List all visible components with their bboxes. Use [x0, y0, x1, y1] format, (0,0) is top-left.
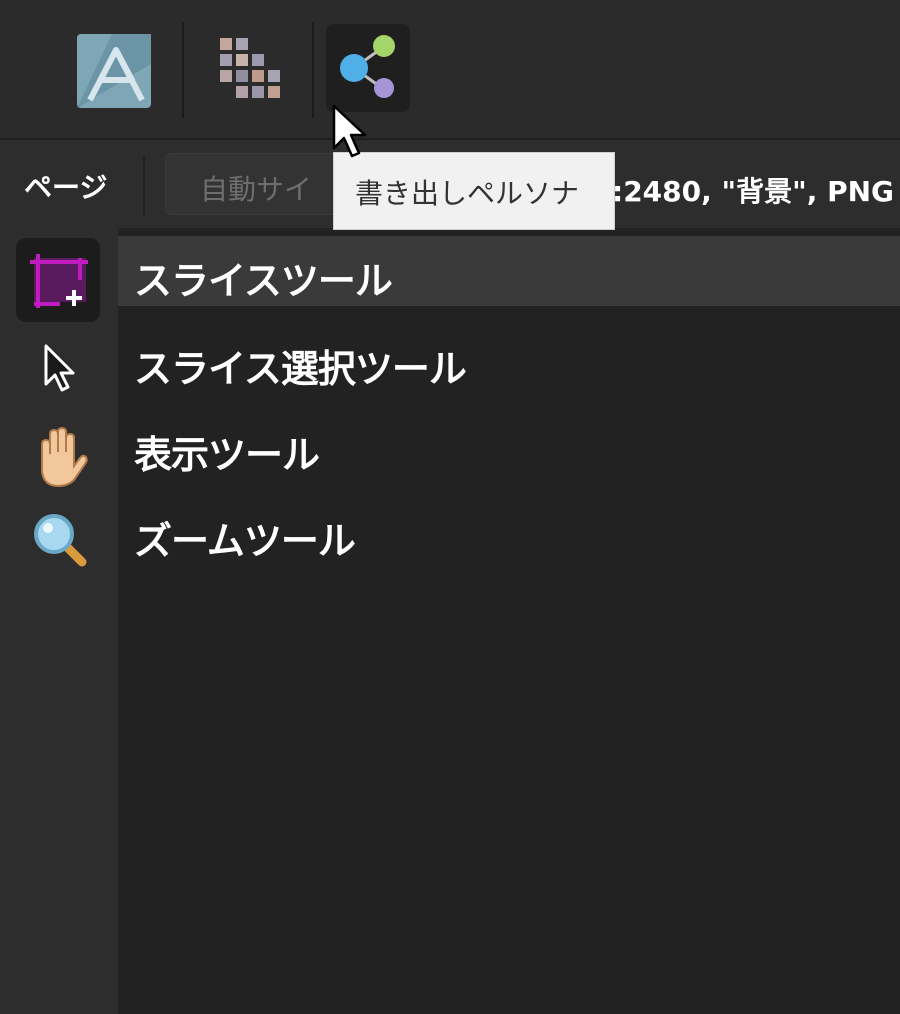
export-persona-icon	[340, 35, 395, 98]
tooltip-text: 書き出しペルソナ	[355, 177, 580, 210]
export-persona-button[interactable]	[326, 24, 410, 112]
document-info: :2480, "背景", PNG	[612, 175, 895, 208]
list-item-label: スライスツール	[134, 259, 393, 303]
persona-separator	[182, 22, 184, 118]
pointer-arrow-icon	[44, 344, 75, 392]
context-separator	[143, 156, 145, 216]
page-label[interactable]: ページ	[24, 166, 107, 206]
pixel-persona-button[interactable]	[206, 24, 290, 112]
affinity-designer-icon	[77, 34, 151, 108]
list-item-label: スライス選択ツール	[134, 347, 467, 391]
pixel-persona-icon	[220, 38, 280, 98]
slice-tool-icon	[30, 254, 88, 308]
list-item-label: 表示ツール	[134, 433, 320, 477]
auto-size-label: 自動サイ	[200, 173, 313, 206]
hand-icon	[41, 426, 88, 488]
list-item-label: ズームツール	[134, 519, 356, 563]
zoom-magnifier-icon	[34, 514, 87, 567]
slice-select-tool-button[interactable]	[16, 326, 100, 410]
view-tool-button[interactable]	[16, 414, 100, 498]
designer-persona-button[interactable]	[72, 24, 156, 112]
persona-separator	[312, 22, 314, 118]
mouse-cursor-icon	[332, 104, 367, 158]
zoom-tool-button[interactable]	[16, 496, 100, 580]
slice-tool-button[interactable]	[16, 238, 100, 322]
